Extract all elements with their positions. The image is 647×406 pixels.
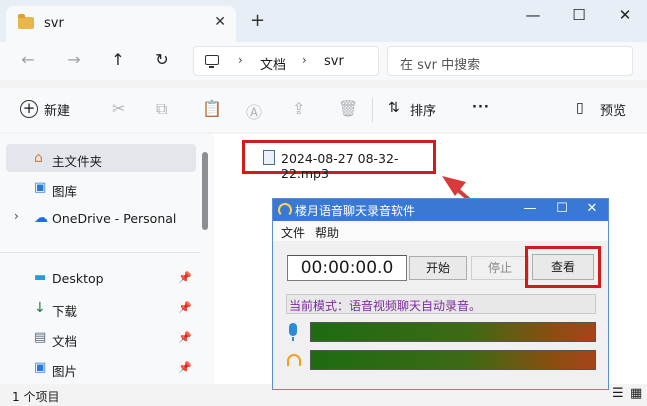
- sidebar-divider: [0, 252, 200, 253]
- sidebar-item-label: 主文件夹: [52, 154, 103, 169]
- preview-button[interactable]: 预览: [600, 100, 626, 119]
- sidebar-item-documents[interactable]: ▤ 文档 📌: [6, 324, 196, 352]
- sidebar-item-label: 下载: [52, 304, 78, 319]
- headphone-logo-icon: [278, 203, 292, 217]
- recorder-close-button[interactable]: ✕: [581, 201, 603, 216]
- search-placeholder: 在 svr 中搜索: [400, 58, 481, 73]
- breadcrumb-separator-icon: ›: [238, 53, 243, 67]
- folder-icon: [18, 14, 34, 29]
- copy-icon[interactable]: ⧉: [156, 99, 167, 119]
- maximize-button[interactable]: ☐: [564, 6, 594, 24]
- pin-icon: 📌: [178, 361, 192, 374]
- recorder-title-bar: 楼月语音聊天录音软件 — ☐ ✕: [273, 199, 608, 221]
- tab-close-icon[interactable]: ✕: [214, 14, 226, 30]
- picture-icon: ▣: [34, 360, 47, 375]
- desktop-icon: ▬: [34, 270, 47, 285]
- rename-icon[interactable]: Ⓐ: [246, 99, 262, 123]
- speaker-level-meter: [310, 350, 596, 370]
- new-plus-icon: +: [20, 100, 38, 118]
- sidebar-item-gallery[interactable]: ▣ 图库: [6, 174, 196, 202]
- navigation-pane: ⌂ 主文件夹 ▣ 图库 › ☁ OneDrive - Personal ▬ De…: [0, 134, 214, 384]
- preview-pane-icon: ▯: [576, 100, 584, 116]
- tab-svr[interactable]: svr ✕: [6, 6, 236, 42]
- sidebar-scrollbar[interactable]: [202, 152, 208, 230]
- sidebar-item-label: 图片: [52, 364, 78, 379]
- sidebar-item-label: OneDrive - Personal: [52, 211, 177, 226]
- sidebar-item-label: 图库: [52, 184, 78, 199]
- sidebar-item-label: Desktop: [52, 271, 104, 286]
- file-highlight-box: 2024-08-27 08-32-22.mp3: [242, 140, 436, 181]
- headphone-icon: [287, 354, 301, 366]
- sidebar-item-downloads[interactable]: ↓ 下载 📌: [6, 294, 196, 322]
- cloud-icon: ☁: [34, 210, 48, 226]
- share-icon[interactable]: ⇪: [292, 99, 305, 118]
- gallery-icon: ▣: [34, 180, 47, 195]
- microphone-icon: [289, 323, 297, 341]
- item-count: 1 个项目: [12, 390, 60, 404]
- sidebar-item-home[interactable]: ⌂ 主文件夹: [6, 144, 196, 172]
- download-icon: ↓: [34, 300, 46, 316]
- back-button[interactable]: ←: [16, 50, 40, 69]
- details-view-icon[interactable]: ☰: [612, 386, 624, 401]
- sidebar-item-onedrive[interactable]: › ☁ OneDrive - Personal: [6, 204, 196, 232]
- stop-button[interactable]: 停止: [471, 256, 529, 280]
- search-input[interactable]: 在 svr 中搜索: [387, 46, 633, 76]
- start-button[interactable]: 开始: [409, 256, 467, 280]
- sort-button[interactable]: 排序: [410, 100, 436, 119]
- audio-file-icon: [263, 150, 275, 165]
- minimize-button[interactable]: —: [518, 6, 548, 24]
- breadcrumb-separator-icon: ›: [302, 53, 307, 67]
- sort-icon: ⇅: [388, 100, 400, 116]
- up-button[interactable]: ↑: [106, 50, 130, 69]
- record-timer: 00:00:00.0: [287, 255, 407, 281]
- close-button[interactable]: ✕: [610, 6, 640, 24]
- more-options-icon[interactable]: ···: [472, 100, 490, 115]
- forward-button[interactable]: →: [62, 50, 86, 69]
- address-bar[interactable]: › 文档 › svr: [193, 46, 379, 76]
- monitor-icon: [205, 55, 219, 68]
- tab-title: svr: [44, 16, 64, 31]
- refresh-button[interactable]: ↻: [150, 50, 174, 69]
- chevron-right-icon[interactable]: ›: [14, 209, 19, 223]
- mode-status-bar: 当前模式：语音视频聊天自动录音。: [286, 294, 596, 314]
- breadcrumb-documents[interactable]: 文档: [260, 54, 286, 73]
- paste-icon[interactable]: 📋: [202, 99, 222, 118]
- view-button[interactable]: 查看: [532, 254, 594, 280]
- new-tab-button[interactable]: +: [250, 12, 265, 30]
- microphone-level-meter: [310, 322, 596, 342]
- mode-text: 当前模式：语音视频聊天自动录音。: [289, 299, 482, 313]
- toolbar-divider: [372, 98, 373, 122]
- new-button[interactable]: 新建: [44, 100, 70, 119]
- sidebar-item-desktop[interactable]: ▬ Desktop 📌: [6, 264, 196, 292]
- recorder-window: 楼月语音聊天录音软件 — ☐ ✕ 文件 帮助 00:00:00.0 开始 停止 …: [272, 198, 609, 390]
- sidebar-item-pictures[interactable]: ▣ 图片 📌: [6, 354, 196, 382]
- recorder-maximize-button[interactable]: ☐: [551, 201, 573, 216]
- cut-icon[interactable]: ✂: [112, 99, 125, 118]
- pin-icon: 📌: [178, 271, 192, 284]
- recorder-minimize-button[interactable]: —: [519, 201, 541, 216]
- pin-icon: 📌: [178, 331, 192, 344]
- breadcrumb-svr[interactable]: svr: [324, 54, 344, 69]
- menu-file[interactable]: 文件: [281, 224, 305, 241]
- menu-help[interactable]: 帮助: [315, 224, 339, 241]
- recorder-title: 楼月语音聊天录音软件: [295, 204, 416, 218]
- command-bar: + 新建 ✂ ⧉ 📋 Ⓐ ⇪ 🗑 ⇅ 排序 ··· ▯ 预览: [0, 88, 647, 132]
- sidebar-item-label: 文档: [52, 334, 78, 349]
- tiles-view-icon[interactable]: ▦: [630, 386, 642, 401]
- file-item-name[interactable]: 2024-08-27 08-32-22.mp3: [281, 151, 433, 181]
- pin-icon: 📌: [178, 301, 192, 314]
- title-bar: svr ✕ + — ☐ ✕: [0, 0, 647, 42]
- home-icon: ⌂: [34, 150, 43, 166]
- document-icon: ▤: [34, 330, 47, 345]
- navigation-bar: ← → ↑ ↻ › 文档 › svr 在 svr 中搜索: [0, 42, 647, 80]
- delete-icon[interactable]: 🗑: [338, 99, 358, 118]
- recorder-menu-bar: 文件 帮助: [273, 221, 608, 241]
